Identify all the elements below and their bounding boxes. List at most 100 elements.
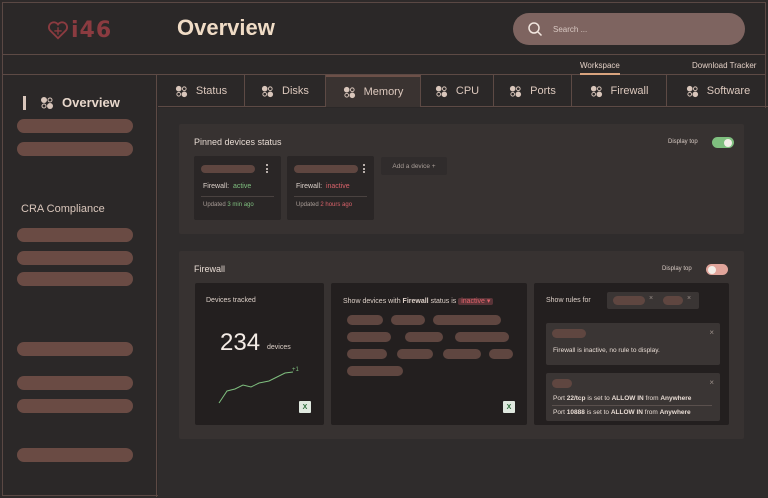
pinned-device-card[interactable]: Firewall: active Updated 3 min ago <box>194 156 281 220</box>
display-top-toggle[interactable] <box>712 137 734 148</box>
excel-export-icon[interactable]: X <box>299 401 311 413</box>
sidebar-item-placeholder[interactable] <box>17 119 133 133</box>
active-indicator <box>23 95 26 110</box>
divider <box>552 405 712 406</box>
rule-card: × Firewall is inactive, no rule to displ… <box>546 323 720 365</box>
display-top-toggle[interactable] <box>706 264 728 275</box>
device-chip[interactable] <box>489 349 513 359</box>
filter-sentence: Show devices with Firewall status is ina… <box>343 297 494 305</box>
device-count-unit: devices <box>267 344 291 351</box>
firewall-status-value: active <box>232 183 252 190</box>
cpu-icon <box>435 85 447 97</box>
sidebar-item-placeholder[interactable] <box>17 272 133 286</box>
divider <box>201 196 274 197</box>
excel-export-icon[interactable]: X <box>503 401 515 413</box>
more-options-icon[interactable] <box>363 164 365 173</box>
device-chip[interactable] <box>347 349 387 359</box>
device-name-placeholder <box>201 165 255 173</box>
ports-icon <box>510 85 522 97</box>
heart-shield-icon <box>48 21 68 40</box>
updated-value: 3 min ago <box>227 202 254 208</box>
rule-port: 10888 <box>566 409 585 416</box>
main-content: Pinned devices status Display top Firewa… <box>158 108 768 497</box>
toggle-knob <box>724 138 732 147</box>
sidebar-item-placeholder[interactable] <box>17 228 133 242</box>
sidebar-item-placeholder[interactable] <box>17 448 133 462</box>
rule-empty-message: Firewall is inactive, no rule to display… <box>553 347 660 354</box>
tab-label: Disks <box>282 85 309 97</box>
device-updated: Updated 3 min ago <box>203 202 254 208</box>
device-chip[interactable] <box>347 366 403 376</box>
sidebar-item-label: Overview <box>62 95 120 110</box>
rule-source: Anywhere <box>659 409 691 416</box>
sidebar-item-placeholder[interactable] <box>17 399 133 413</box>
status-select[interactable]: inactive ▾ <box>458 298 494 305</box>
pinned-device-card[interactable]: Firewall: inactive Updated 2 hours ago <box>287 156 374 220</box>
toggle-knob <box>708 265 716 274</box>
sidebar-item-overview[interactable]: Overview <box>23 95 120 110</box>
device-name-placeholder <box>552 329 586 338</box>
device-chip[interactable] <box>397 349 433 359</box>
tab-label: Ports <box>530 85 556 97</box>
sidebar-item-placeholder[interactable] <box>17 342 133 356</box>
sidebar: Overview CRA Compliance <box>3 75 157 497</box>
close-icon[interactable]: × <box>709 378 714 387</box>
firewall-status-value: inactive <box>325 183 350 190</box>
close-icon[interactable]: × <box>709 328 714 337</box>
device-chip[interactable] <box>443 349 481 359</box>
rules-panel: Show rules for × × × Firewall is inactiv… <box>534 283 729 425</box>
workspace-link[interactable]: Workspace <box>580 61 620 75</box>
tab-memory[interactable]: Memory <box>326 75 421 107</box>
trend-delta: +1 <box>292 367 299 373</box>
download-tracker-link[interactable]: Download Tracker <box>692 61 756 70</box>
device-count: 234 <box>220 329 261 356</box>
firewall-label: Firewall: <box>203 183 230 190</box>
device-chip[interactable] <box>455 332 509 342</box>
sidebar-item-placeholder[interactable] <box>17 376 133 390</box>
sidebar-item-placeholder[interactable] <box>17 142 133 156</box>
tab-label: Memory <box>363 86 404 98</box>
more-options-icon[interactable] <box>266 164 268 173</box>
remove-chip-icon[interactable]: × <box>687 295 691 302</box>
tab-cpu[interactable]: CPU <box>421 75 494 107</box>
tab-software[interactable]: Software <box>667 75 768 107</box>
display-top-label: Display top <box>668 139 698 145</box>
tab-firewall[interactable]: Firewall <box>572 75 667 107</box>
selected-device-chip <box>613 296 645 305</box>
status-select-value: inactive <box>461 298 485 305</box>
rule-port: 22/tcp <box>566 395 586 402</box>
card-title: Pinned devices status <box>194 137 282 147</box>
tab-disks[interactable]: Disks <box>245 75 326 107</box>
divider <box>294 196 367 197</box>
tab-bar: Status Disks Memory CPU Ports Firewall S… <box>158 75 768 107</box>
device-chip[interactable] <box>405 332 443 342</box>
tab-label: Status <box>195 85 228 97</box>
tab-status[interactable]: Status <box>158 75 245 107</box>
device-chip[interactable] <box>347 315 383 325</box>
sidebar-section-title: CRA Compliance <box>21 203 105 215</box>
rule-line: Port 22/tcp is set to ALLOW IN from Anyw… <box>553 395 691 402</box>
add-device-button[interactable]: Add a device + <box>381 157 447 175</box>
device-chip[interactable] <box>391 315 425 325</box>
logo[interactable]: i46 <box>47 17 112 43</box>
search-input[interactable]: Search ... <box>513 13 745 45</box>
memory-icon <box>343 86 355 98</box>
device-filter-select[interactable]: × × <box>607 292 699 309</box>
disks-icon <box>261 85 274 97</box>
tab-label: Software <box>706 85 751 97</box>
tab-ports[interactable]: Ports <box>494 75 572 107</box>
search-icon <box>528 22 543 37</box>
rule-text: Port <box>553 409 565 416</box>
rule-text: Port <box>553 395 565 402</box>
sub-navigation: Workspace Download Tracker <box>3 55 765 75</box>
device-name-placeholder <box>294 165 358 173</box>
device-chip[interactable] <box>433 315 501 325</box>
overview-icon <box>41 96 53 109</box>
display-top-label: Display top <box>662 266 692 272</box>
remove-chip-icon[interactable]: × <box>649 295 653 302</box>
updated-label: Updated <box>203 202 226 208</box>
device-chip[interactable] <box>347 332 391 342</box>
selected-device-chip <box>663 296 683 305</box>
sidebar-item-placeholder[interactable] <box>17 251 133 265</box>
app-window: i46 Overview Search ... Workspace Downlo… <box>2 2 768 497</box>
